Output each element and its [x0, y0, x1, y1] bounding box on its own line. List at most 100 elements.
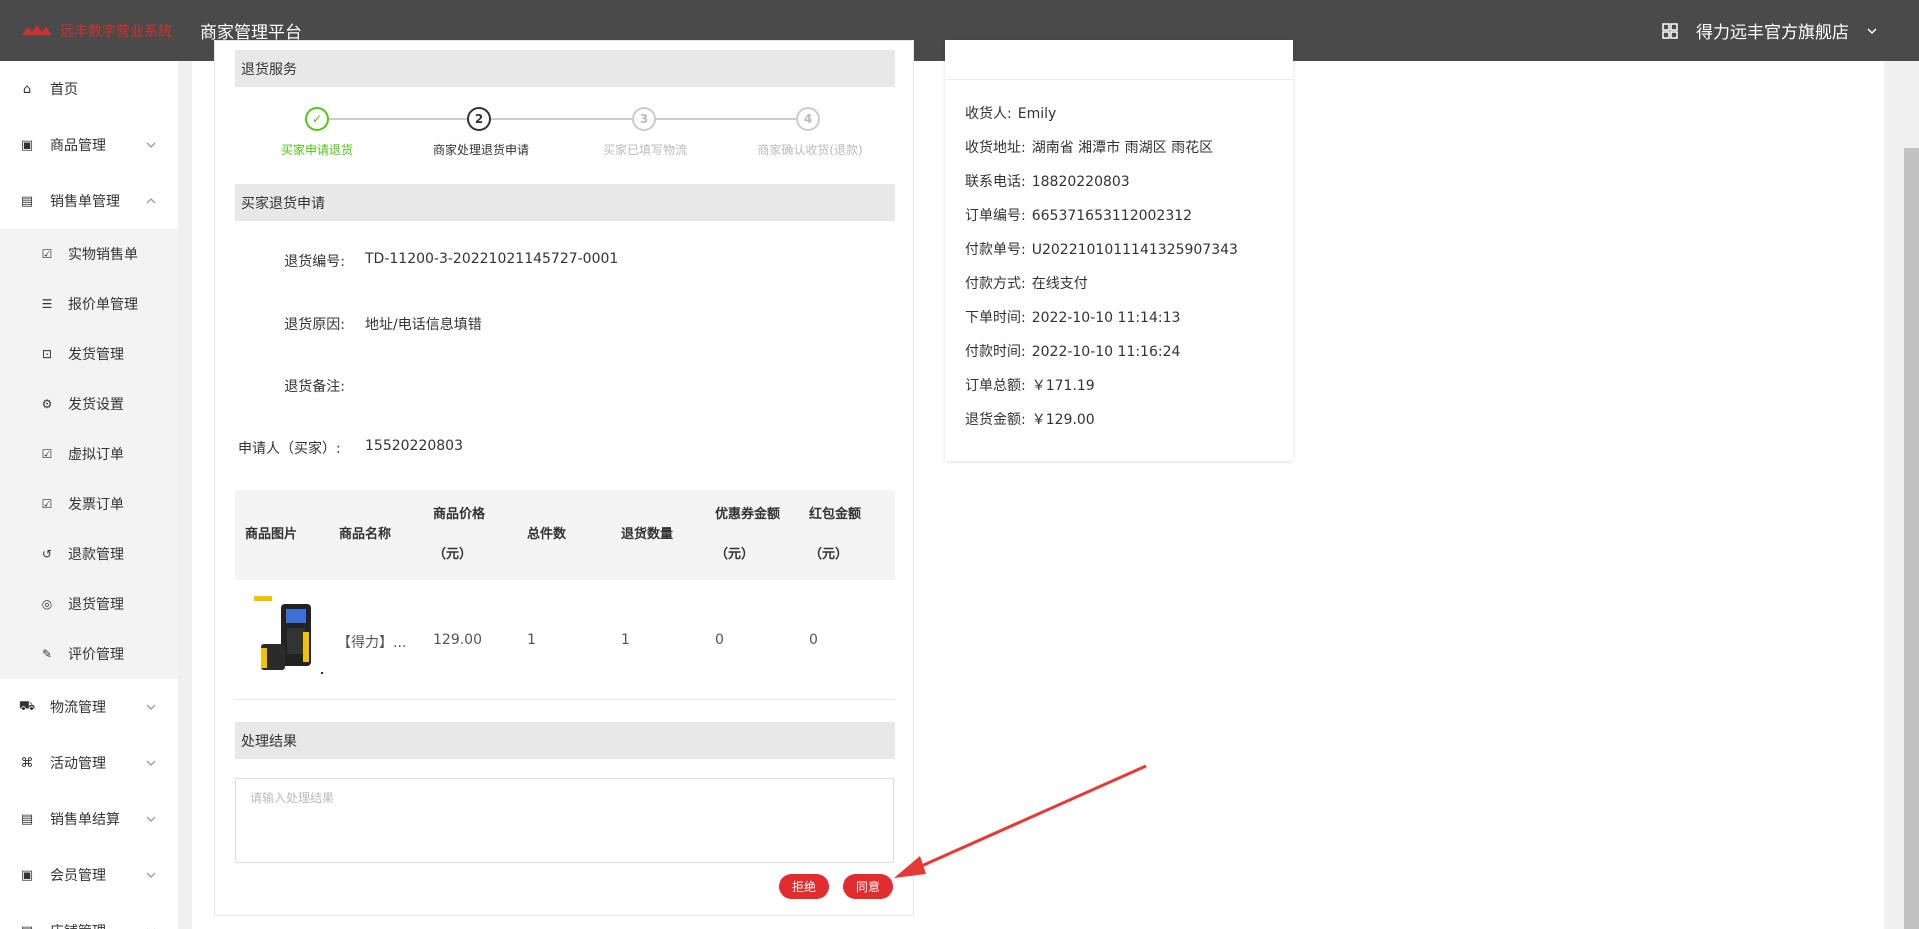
order-row-payment-method: 付款方式: 在线支付 — [965, 276, 1088, 292]
home-icon: ⌂ — [22, 81, 32, 97]
brand-logo[interactable]: 远丰数字营业系统 — [0, 0, 178, 61]
reason-label: 退货原因: — [284, 317, 345, 333]
th-price: 商品价格 — [433, 507, 486, 522]
step-3-label: 买家已填写物流 — [602, 143, 688, 157]
order-row-pay-time: 付款时间: 2022-10-10 11:16:24 — [965, 344, 1181, 360]
th-total: 总件数 — [527, 527, 567, 542]
step-4-circle: 4 — [796, 107, 820, 131]
order-row-order-no: 订单编号: 665371653112002312 — [965, 208, 1193, 224]
sidebar-subitem-return[interactable]: ◎ 退货管理 — [0, 579, 178, 629]
sidebar-subitem-invoice-order[interactable]: ☑ 发票订单 — [0, 479, 178, 529]
agree-button[interactable]: 同意 — [843, 874, 893, 899]
order-row-total: 订单总额: ￥171.19 — [965, 378, 1095, 394]
sidebar-subitem-review[interactable]: ✎ 评价管理 — [0, 629, 178, 679]
sidebar-item-label: 虚拟订单 — [68, 447, 124, 463]
step-4-label: 商家确认收货(退款) — [757, 143, 863, 157]
sidebar-item-label: 店铺管理 — [50, 921, 106, 929]
edit-icon: ✎ — [41, 647, 53, 661]
step-connector — [329, 118, 477, 120]
product-image[interactable] — [251, 592, 331, 677]
th-redpack-unit: （元） — [809, 547, 849, 562]
th-price-unit: （元） — [433, 547, 473, 562]
th-coupon-unit: （元） — [715, 547, 755, 562]
result-textarea[interactable]: 请输入处理结果 — [235, 778, 894, 863]
return-icon: ◎ — [41, 597, 53, 611]
sidebar-item-member[interactable]: ▣ 会员管理 — [0, 847, 178, 903]
sidebar-item-label: 退款管理 — [68, 547, 124, 563]
order-row-phone: 联系电话: 18820220803 — [965, 174, 1130, 190]
sales-submenu: ☑ 实物销售单 ☰ 报价单管理 ⊡ 发货管理 ⚙ 发货设置 ☑ 虚拟订单 ☑ 发票订单 ↺ 退… — [0, 229, 178, 679]
chevron-down-icon — [146, 142, 156, 148]
order-row-return-amount: 退货金额: ￥129.00 — [965, 412, 1095, 428]
sidebar-item-sales[interactable]: ▤ 销售单管理 — [0, 173, 178, 229]
sales-icon: ▤ — [20, 193, 34, 209]
sidebar-item-label: 发货设置 — [68, 397, 124, 413]
sidebar-item-shop[interactable]: ▤ 店铺管理 — [0, 903, 178, 929]
order-row-order-time: 下单时间: 2022-10-10 11:14:13 — [965, 310, 1181, 326]
chevron-down-icon — [146, 760, 156, 766]
sidebar: ⌂ 首页 ▣ 商品管理 ▤ 销售单管理 ☑ 实物销售单 ☰ 报价单管理 ⊡ 发货管理 … — [0, 61, 178, 929]
reject-button[interactable]: 拒绝 — [779, 874, 829, 899]
sidebar-subitem-quote[interactable]: ☰ 报价单管理 — [0, 279, 178, 329]
member-icon: ▣ — [20, 867, 34, 883]
sidebar-item-label: 活动管理 — [50, 756, 106, 772]
th-qty: 退货数量 — [621, 527, 674, 542]
th-coupon: 优惠券金额 — [715, 507, 781, 522]
refund-icon: ↺ — [41, 547, 53, 561]
sidebar-subitem-virtual-order[interactable]: ☑ 虚拟订单 — [0, 429, 178, 479]
sidebar-item-label: 会员管理 — [50, 868, 106, 884]
qr-grid-icon[interactable] — [1662, 22, 1678, 39]
reason-value: 地址/电话信息填错 — [365, 317, 482, 333]
order-row-address: 收货地址: 湖南省 湘潭市 雨湖区 雨花区 — [965, 140, 1214, 156]
chevron-up-icon — [146, 198, 156, 204]
table-header: 商品图片 商品名称 商品价格 （元） 总件数 退货数量 优惠券金额 （元） 红包… — [235, 490, 895, 580]
chevron-down-icon — [146, 872, 156, 878]
topbar-right: 得力远丰官方旗舰店 — [1662, 0, 1877, 61]
th-name: 商品名称 — [339, 527, 392, 542]
result-placeholder: 请输入处理结果 — [250, 791, 335, 805]
sidebar-item-label: 报价单管理 — [68, 297, 138, 313]
truck-icon: ⛟ — [18, 698, 36, 714]
product-coupon: 0 — [715, 632, 724, 648]
sidebar-item-goods[interactable]: ▣ 商品管理 — [0, 117, 178, 173]
invoice-icon: ☑ — [41, 497, 53, 511]
order-row-payment-no: 付款单号: U2022101011141325907343 — [965, 242, 1238, 258]
sidebar-item-label: 评价管理 — [68, 647, 124, 663]
remark-label: 退货备注: — [284, 379, 345, 395]
sidebar-item-activity[interactable]: ⌘ 活动管理 — [0, 735, 178, 791]
product-return-qty: 1 — [621, 632, 630, 648]
applicant-label: 申请人（买家）: — [238, 441, 341, 457]
section-title-return-service: 退货服务 — [235, 50, 895, 87]
virtual-icon: ☑ — [41, 447, 53, 461]
step-1-check-icon: ✓ — [305, 107, 329, 131]
sidebar-subitem-refund[interactable]: ↺ 退款管理 — [0, 529, 178, 579]
doc-icon: ☑ — [41, 247, 53, 261]
sidebar-subitem-physical-order[interactable]: ☑ 实物销售单 — [0, 229, 178, 279]
sidebar-item-settlement[interactable]: ▤ 销售单结算 — [0, 791, 178, 847]
sidebar-subitem-shipping-settings[interactable]: ⚙ 发货设置 — [0, 379, 178, 429]
section-title-result: 处理结果 — [235, 722, 895, 759]
sidebar-item-label: 销售单结算 — [50, 812, 120, 828]
sidebar-subitem-shipping[interactable]: ⊡ 发货管理 — [0, 329, 178, 379]
sidebar-item-label: 发票订单 — [68, 497, 124, 513]
sidebar-item-label: 退货管理 — [68, 597, 124, 613]
chevron-down-icon[interactable] — [1867, 26, 1877, 36]
sidebar-item-logistics[interactable]: ⛟ 物流管理 — [0, 679, 178, 735]
product-name[interactable]: 【得力】... — [337, 632, 406, 652]
box-icon: ⊡ — [41, 347, 53, 361]
annotation-arrow — [894, 764, 1147, 878]
step-1-label: 买家申请退货 — [280, 143, 354, 157]
store-name[interactable]: 得力远丰官方旗舰店 — [1696, 18, 1849, 43]
step-connector — [491, 118, 641, 120]
product-redpack: 0 — [809, 632, 818, 648]
scrollbar-thumb[interactable] — [1904, 148, 1919, 929]
sidebar-item-home[interactable]: ⌂ 首页 — [0, 61, 178, 117]
th-redpack: 红包金额 — [809, 507, 862, 522]
step-connector — [655, 118, 805, 120]
sidebar-item-label: 物流管理 — [50, 700, 106, 716]
sidebar-item-label: 商品管理 — [50, 138, 106, 154]
card-divider — [945, 79, 1293, 80]
goods-icon: ▣ — [20, 137, 34, 153]
tag-icon: ⌘ — [20, 755, 34, 771]
product-price: 129.00 — [433, 632, 482, 648]
